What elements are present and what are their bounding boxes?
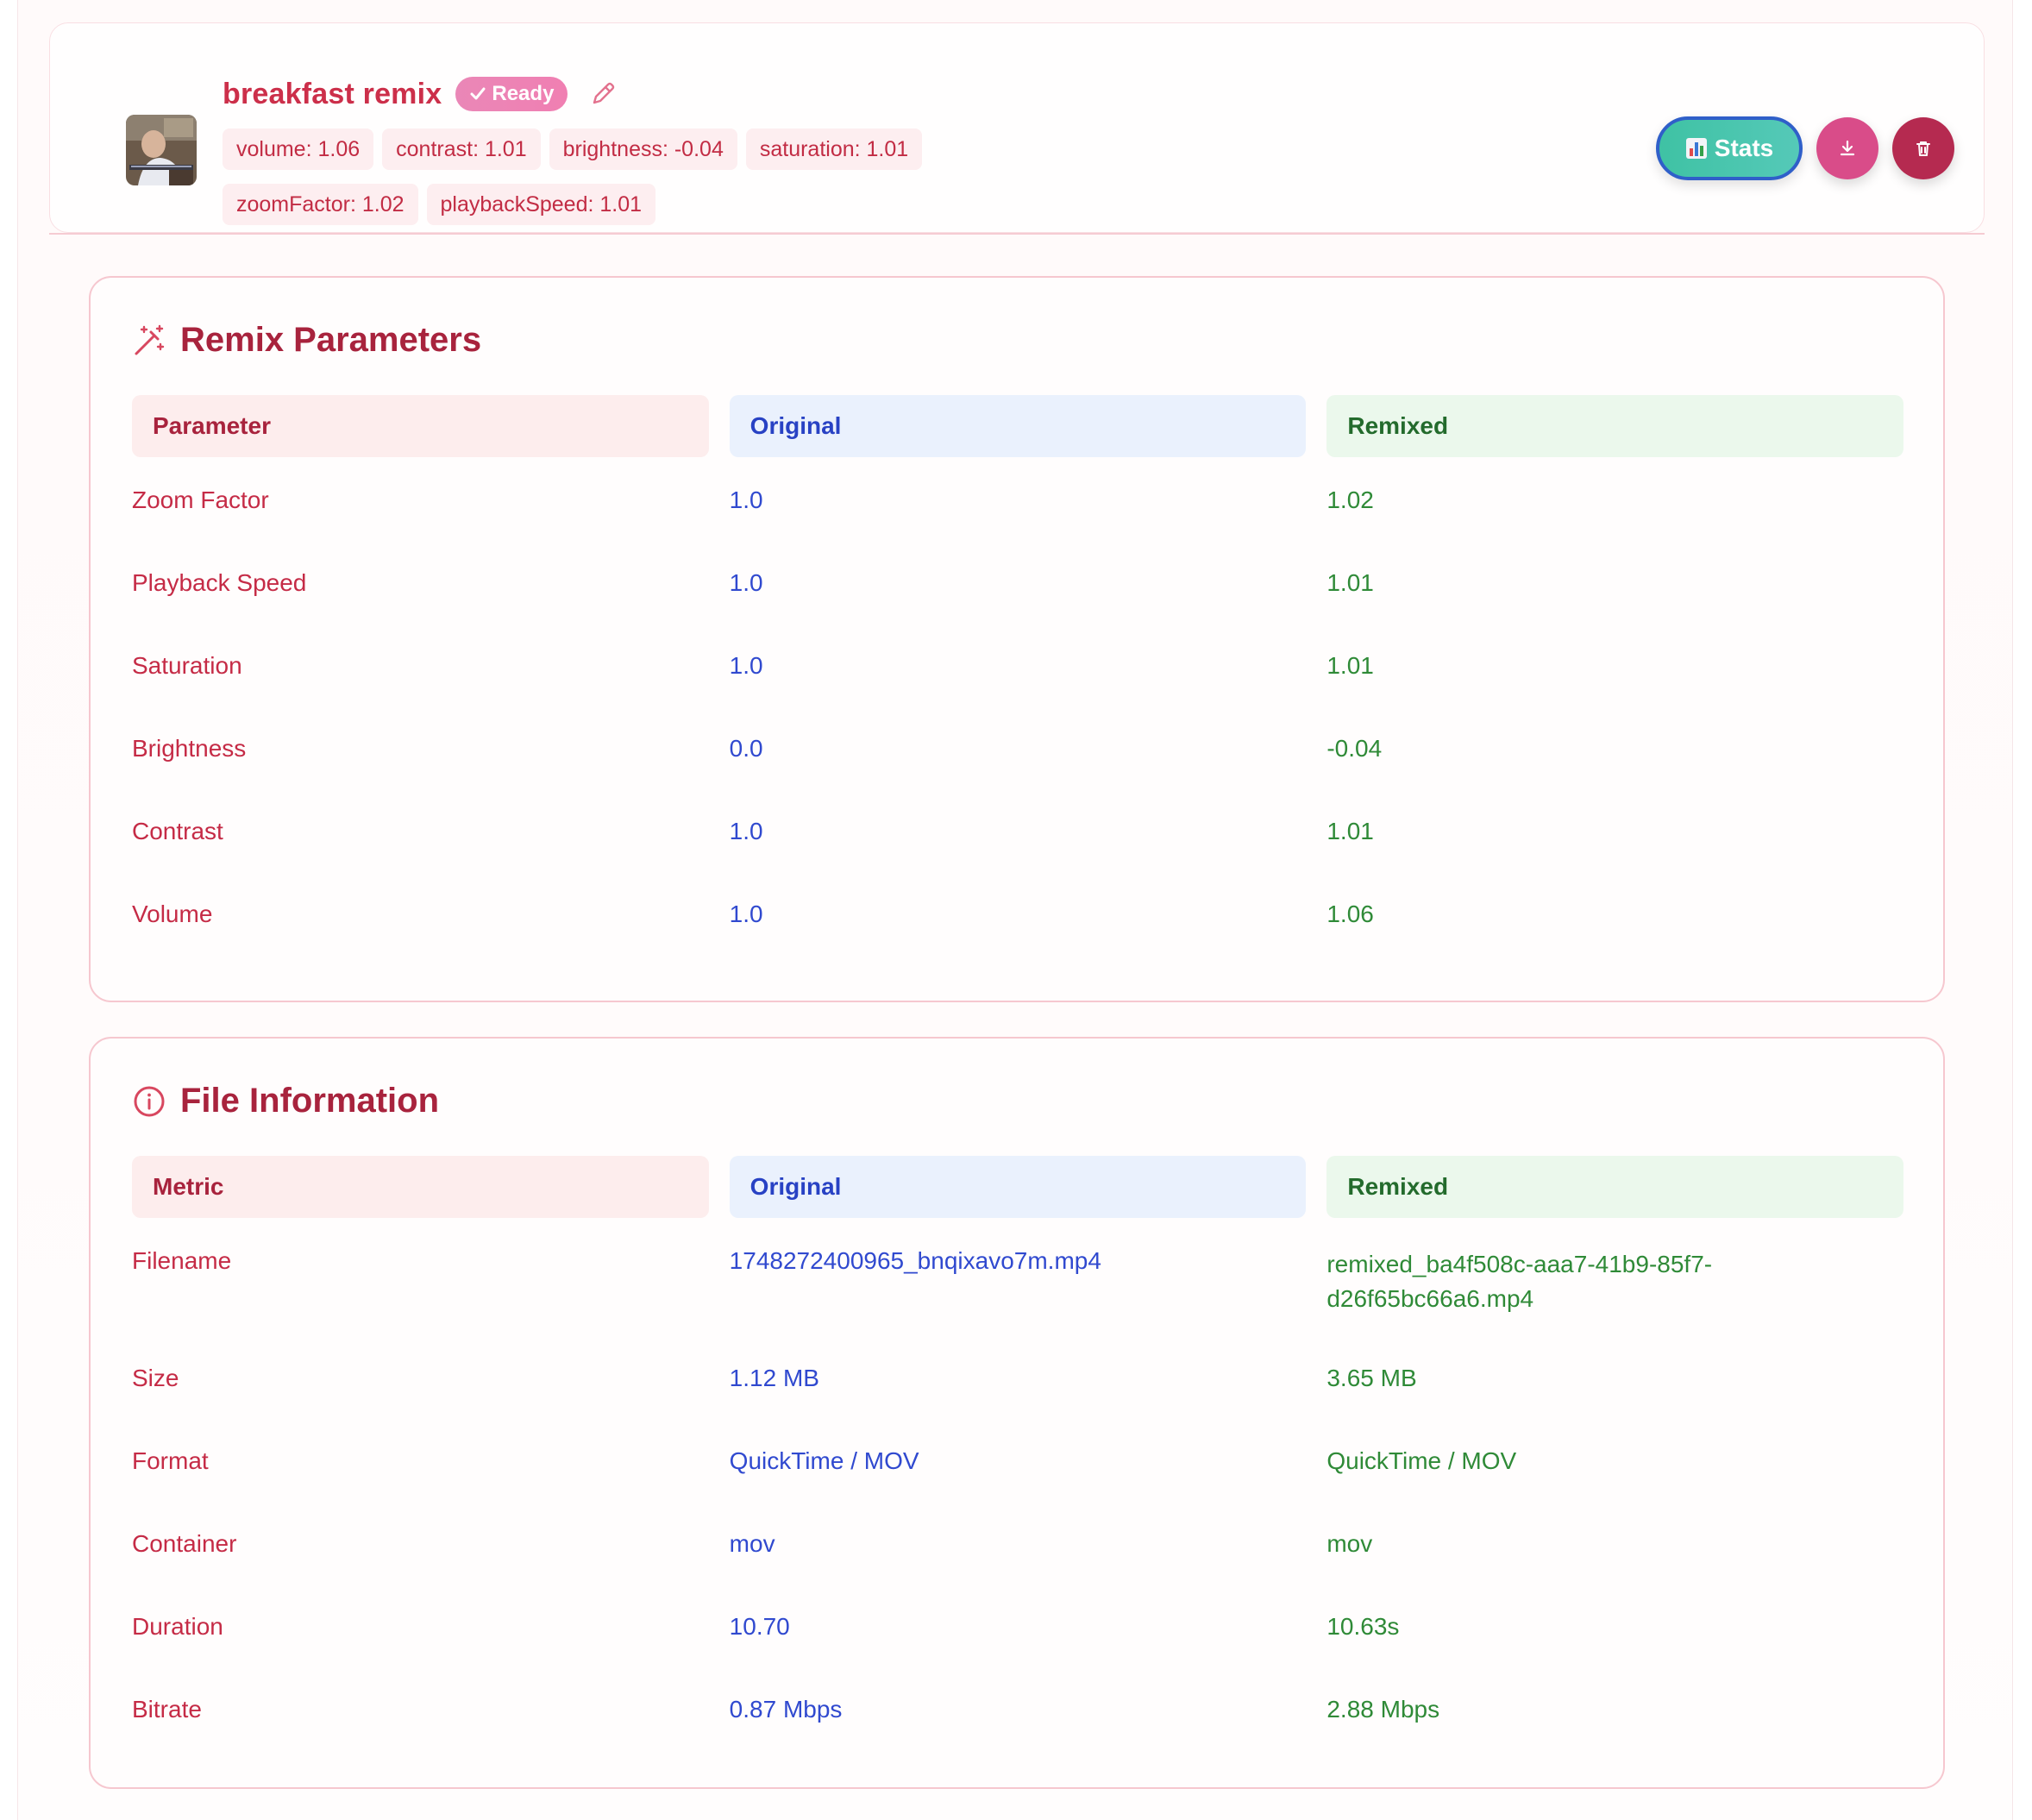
download-button[interactable] [1816,117,1878,179]
remix-parameters-header: Remix Parameters [132,321,481,360]
table-header: Parameter Original Remixed [132,395,1904,457]
table-row: Duration 10.70 10.63s [132,1584,1903,1666]
row-label: Saturation [132,652,242,679]
header-remixed: Remixed [1326,395,1904,457]
row-remixed: 2.88 Mbps [1326,1696,1440,1723]
row-original: 1.0 [729,569,763,596]
table-row: Contrast 1.0 1.01 [132,788,1903,871]
row-label: Playback Speed [132,569,307,596]
row-original: 1.0 [729,901,763,927]
row-label: Size [132,1365,179,1391]
row-remixed: 3.65 MB [1326,1365,1417,1391]
chip-brightness: brightness: -0.04 [549,129,737,170]
table-row: Format QuickTime / MOV QuickTime / MOV [132,1418,1903,1501]
row-label: Filename [132,1247,232,1274]
row-label: Contrast [132,818,223,844]
row-original: 10.70 [729,1613,790,1640]
table-row: Size 1.12 MB 3.65 MB [132,1335,1903,1418]
row-label: Format [132,1447,209,1474]
item-actions: Stats [1656,116,1954,180]
row-original: 0.0 [729,735,763,762]
table-row: Saturation 1.0 1.01 [132,623,1903,706]
file-information-header: File Information [132,1082,439,1120]
download-icon [1840,140,1855,156]
divider [49,233,1985,235]
row-remixed: QuickTime / MOV [1326,1447,1517,1474]
chip-contrast: contrast: 1.01 [382,129,541,170]
magic-wand-icon [135,324,165,355]
pencil-icon[interactable] [588,79,618,109]
chip-playback-speed: playbackSpeed: 1.01 [426,184,656,225]
check-icon [470,87,486,100]
status-badge: Ready [455,77,568,111]
bar-chart-icon [1685,138,1707,159]
table-row: Playback Speed 1.0 1.01 [132,540,1903,623]
chip-volume: volume: 1.06 [223,129,374,170]
status-label: Ready [492,82,555,105]
table-row: Filename 1748272400965_bnqixavo7m.mp4 re… [132,1218,1903,1335]
row-label: Zoom Factor [132,486,269,513]
row-original: 1.0 [729,486,763,513]
trash-icon [1916,141,1930,156]
parameters-table-body: Zoom Factor 1.0 1.02 Playback Speed 1.0 … [132,457,1903,954]
row-label: Volume [132,901,213,927]
delete-button[interactable] [1892,117,1954,179]
header-remixed: Remixed [1326,1156,1904,1218]
row-original: mov [729,1530,775,1557]
table-header: Metric Original Remixed [132,1156,1904,1218]
table-row: Zoom Factor 1.0 1.02 [132,457,1903,540]
chip-saturation: saturation: 1.01 [745,129,923,170]
row-original: 1.0 [729,652,763,679]
row-remixed: 10.63s [1326,1613,1400,1640]
video-thumbnail[interactable] [126,115,197,185]
row-remixed: 1.01 [1326,569,1374,596]
row-original: 0.87 Mbps [729,1696,843,1723]
table-row: Container mov mov [132,1501,1903,1584]
chip-zoom-factor: zoomFactor: 1.02 [223,184,418,225]
row-label: Bitrate [132,1696,202,1723]
row-remixed: remixed_ba4f508c-aaa7-41b9-85f7- d26f65b… [1326,1247,1903,1335]
row-original: QuickTime / MOV [729,1447,919,1474]
filename-line-2: d26f65bc66a6.mp4 [1326,1285,1534,1312]
stats-button[interactable]: Stats [1656,116,1803,180]
remix-item-card: breakfast remix Ready volume: 1.06 contr… [49,22,1985,233]
row-remixed: 1.06 [1326,901,1374,927]
info-icon [134,1086,165,1116]
header-original: Original [729,1156,1307,1218]
parameter-chips: volume: 1.06 contrast: 1.01 brightness: … [223,129,982,225]
stats-label: Stats [1714,135,1774,161]
panel-title: File Information [180,1082,439,1120]
row-original: 1.12 MB [729,1365,819,1391]
filename-line-1: remixed_ba4f508c-aaa7-41b9-85f7- [1326,1251,1713,1277]
page-frame: breakfast remix Ready volume: 1.06 contr… [17,0,2013,1820]
row-label: Container [132,1530,237,1557]
panel-title: Remix Parameters [180,321,482,359]
header-parameter: Parameter [132,395,709,457]
row-original: 1.0 [729,818,763,844]
table-row: Bitrate 0.87 Mbps 2.88 Mbps [132,1666,1903,1749]
row-label: Brightness [132,735,247,762]
file-information-panel: File Information Metric Original Remixed… [89,1037,1945,1789]
header-metric: Metric [132,1156,709,1218]
row-remixed: mov [1326,1530,1373,1557]
table-row: Brightness 0.0 -0.04 [132,706,1903,788]
item-title: breakfast remix [223,77,442,110]
row-remixed: 1.02 [1326,486,1374,513]
remix-parameters-panel: Remix Parameters Parameter Original Remi… [89,276,1945,1002]
row-remixed: 1.01 [1326,818,1374,844]
table-row: Volume 1.0 1.06 [132,871,1903,954]
header-original: Original [729,395,1307,457]
row-label: Duration [132,1613,223,1640]
row-original: 1748272400965_bnqixavo7m.mp4 [729,1247,1101,1274]
row-remixed: 1.01 [1326,652,1374,679]
file-info-table-body: Filename 1748272400965_bnqixavo7m.mp4 re… [132,1218,1903,1749]
item-title-row: breakfast remix Ready [223,73,618,115]
row-remixed: -0.04 [1326,735,1383,762]
